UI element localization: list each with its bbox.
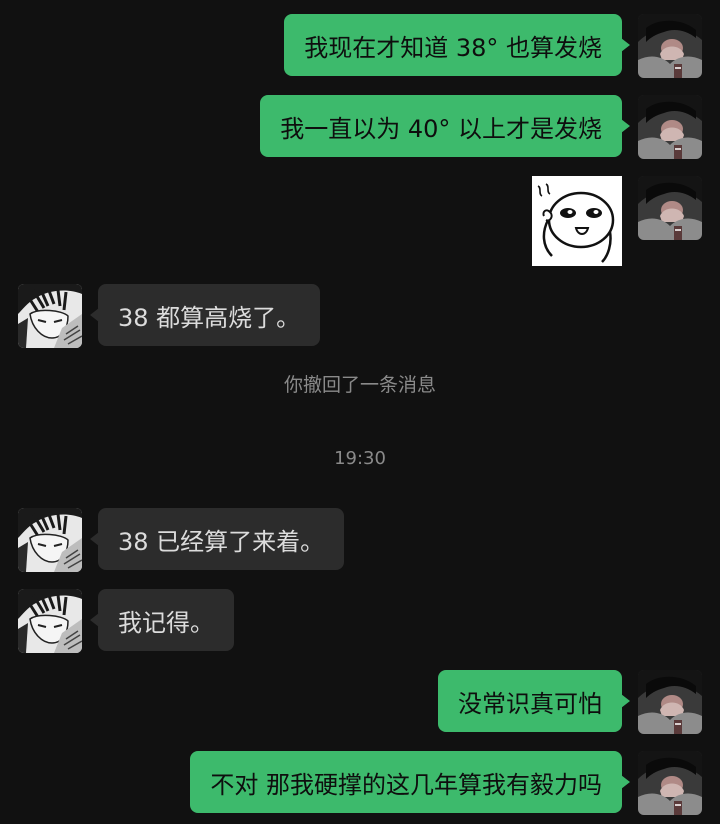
message-bubble-received[interactable]: 我记得。: [90, 589, 234, 651]
message-bubble-received[interactable]: 38 都算高烧了。: [89, 284, 321, 346]
my-avatar-icon[interactable]: [638, 176, 702, 240]
my-avatar-icon[interactable]: [638, 14, 702, 78]
my-avatar-icon[interactable]: [638, 670, 702, 734]
my-avatar-icon[interactable]: [638, 751, 702, 815]
sticker-image[interactable]: [532, 176, 622, 266]
their-avatar-icon[interactable]: [18, 284, 82, 348]
message-bubble-sent[interactable]: 我现在才知道 38° 也算发烧: [284, 14, 630, 76]
chat-window: 我现在才知道 38° 也算发烧 我一直以为 40° 以上才是发烧 38 都算高烧…: [0, 0, 720, 824]
recall-notice: 你撤回了一条消息: [283, 374, 436, 396]
their-avatar-icon[interactable]: [18, 508, 82, 572]
message-bubble-sent[interactable]: 没常识真可怕: [438, 670, 630, 732]
timestamp: 19:30: [334, 448, 386, 469]
message-bubble-sent[interactable]: 我一直以为 40° 以上才是发烧: [260, 95, 630, 157]
their-avatar-icon[interactable]: [18, 589, 82, 653]
message-bubble-received[interactable]: 38 已经算了来着。: [89, 508, 345, 570]
my-avatar-icon[interactable]: [638, 95, 702, 159]
message-bubble-sent[interactable]: 不对 那我硬撑的这几年算我有毅力吗: [190, 751, 630, 813]
